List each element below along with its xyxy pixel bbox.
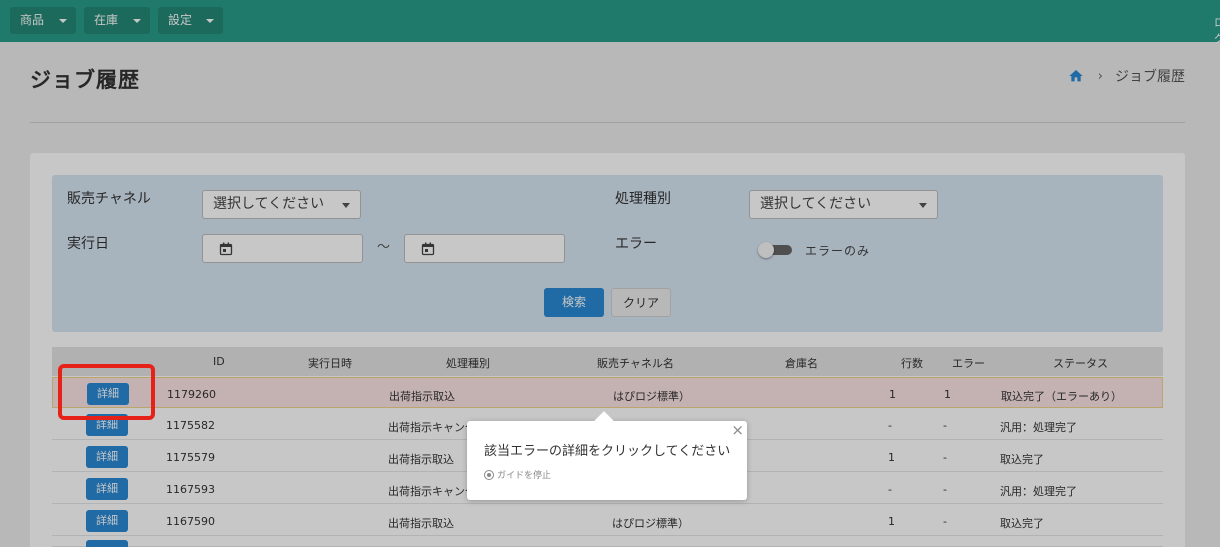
column-header-channel: 販売チャネル名: [597, 357, 674, 370]
caret-down-icon: [206, 19, 214, 23]
calendar-icon: [421, 242, 435, 256]
caret-down-icon: [59, 19, 67, 23]
cell-process-type: 出荷指示取込: [388, 453, 454, 466]
channel-select[interactable]: 選択してください: [202, 190, 361, 219]
cell-id: 1175579: [166, 451, 215, 464]
dropdown-arrow-icon: [342, 203, 350, 208]
cell-lines: 1: [888, 451, 895, 464]
table-row-partial: [52, 537, 1163, 547]
cell-lines: 1: [889, 388, 896, 401]
dropdown-arrow-icon: [919, 203, 927, 208]
navbar-right-text[interactable]: ログ: [1214, 14, 1220, 46]
breadcrumb-current: ジョブ履歴: [1115, 69, 1185, 85]
nav-menu-settings[interactable]: 設定: [158, 7, 223, 34]
clear-button[interactable]: クリア: [611, 288, 671, 317]
cell-process-type: 出荷指示取込: [389, 390, 455, 403]
nav-menu-label: 在庫: [94, 13, 119, 27]
stop-guide-button[interactable]: ガイドを停止: [484, 468, 551, 481]
cell-channel: はぴロジ標準）: [613, 390, 690, 403]
stop-circle-icon: [484, 469, 494, 480]
stop-guide-label: ガイドを停止: [497, 471, 552, 481]
guide-highlight-ring: [58, 364, 155, 420]
top-navbar: 商品 在庫 設定 ログ: [0, 0, 1220, 45]
cell-lines: -: [888, 419, 892, 432]
cell-lines: 1: [888, 515, 895, 528]
error-only-toggle[interactable]: [758, 242, 792, 258]
cell-id: 1179260: [167, 388, 216, 401]
column-header-id: ID: [213, 355, 225, 368]
column-header-status: ステータス: [1053, 357, 1108, 370]
date-range-separator: ～: [377, 240, 391, 255]
process-type-select[interactable]: 選択してください: [749, 190, 938, 219]
process-type-label: 処理種別: [615, 191, 671, 207]
channel-select-value: 選択してください: [213, 196, 325, 212]
error-label: エラー: [615, 236, 657, 252]
error-only-label: エラーのみ: [805, 244, 871, 258]
cell-status: 取込完了: [1000, 517, 1044, 530]
cell-status: 取込完了: [1000, 453, 1044, 466]
guide-popover: × 該当エラーの詳細をクリックしてください ガイドを停止: [467, 411, 747, 500]
cell-status: 汎用：処理完了: [1000, 421, 1077, 434]
channel-label: 販売チャネル: [67, 191, 151, 207]
cell-errors: -: [943, 515, 947, 528]
detail-button[interactable]: 詳細: [86, 478, 128, 500]
column-header-warehouse: 倉庫名: [785, 357, 818, 370]
header-divider: [30, 122, 1185, 123]
table-header: ID 実行日時 処理種別 販売チャネル名 倉庫名 行数 エラー ステータス: [52, 347, 1163, 376]
cell-process-type: 出荷指示取込: [388, 517, 454, 530]
column-header-lines: 行数: [901, 357, 923, 370]
column-header-errors: エラー: [952, 357, 985, 370]
page-title: ジョブ履歴: [30, 68, 140, 92]
column-header-process-type: 処理種別: [446, 357, 490, 370]
cell-status: 汎用：処理完了: [1000, 485, 1077, 498]
cell-process-type: 出荷指示キャンセ: [388, 485, 476, 498]
detail-button[interactable]: 詳細: [86, 510, 128, 532]
date-to-input[interactable]: [404, 234, 565, 263]
nav-menu-products[interactable]: 商品: [10, 7, 76, 34]
toggle-knob: [758, 242, 774, 258]
cell-lines: -: [888, 483, 892, 496]
guide-message: 該当エラーの詳細をクリックしてください: [484, 444, 731, 459]
breadcrumb: › ジョブ履歴: [1068, 66, 1185, 86]
cell-errors: -: [943, 483, 947, 496]
nav-menu-label: 設定: [168, 13, 193, 27]
nav-menu-label: 商品: [20, 13, 45, 27]
cell-status: 取込完了（エラーあり）: [1001, 390, 1122, 403]
cell-id: 1167590: [166, 515, 215, 528]
detail-button-partial[interactable]: [86, 540, 128, 547]
caret-down-icon: [133, 19, 141, 23]
calendar-icon: [219, 242, 233, 256]
date-from-input[interactable]: [202, 234, 363, 263]
cell-errors: -: [943, 451, 947, 464]
cell-id: 1175582: [166, 419, 215, 432]
home-icon[interactable]: [1068, 68, 1084, 84]
cell-channel: はぴロジ標準）: [612, 517, 689, 530]
cell-id: 1167593: [166, 483, 215, 496]
close-icon[interactable]: ×: [731, 421, 744, 439]
detail-button[interactable]: 詳細: [86, 446, 128, 468]
cell-errors: -: [943, 419, 947, 432]
cell-errors: 1: [944, 388, 951, 401]
column-header-executed-at: 実行日時: [308, 357, 352, 370]
nav-menu-inventory[interactable]: 在庫: [84, 7, 150, 34]
process-type-select-value: 選択してください: [760, 196, 872, 212]
cell-process-type: 出荷指示キャンセ: [388, 421, 476, 434]
date-label: 実行日: [67, 236, 109, 252]
table-row: 詳細 1179260 出荷指示取込 はぴロジ標準） 1 1 取込完了（エラーあり…: [52, 377, 1163, 408]
table-row: 詳細 1167590 出荷指示取込 はぴロジ標準） 1 - 取込完了: [52, 505, 1163, 536]
breadcrumb-separator: ›: [1097, 68, 1103, 84]
search-button[interactable]: 検索: [544, 288, 604, 317]
